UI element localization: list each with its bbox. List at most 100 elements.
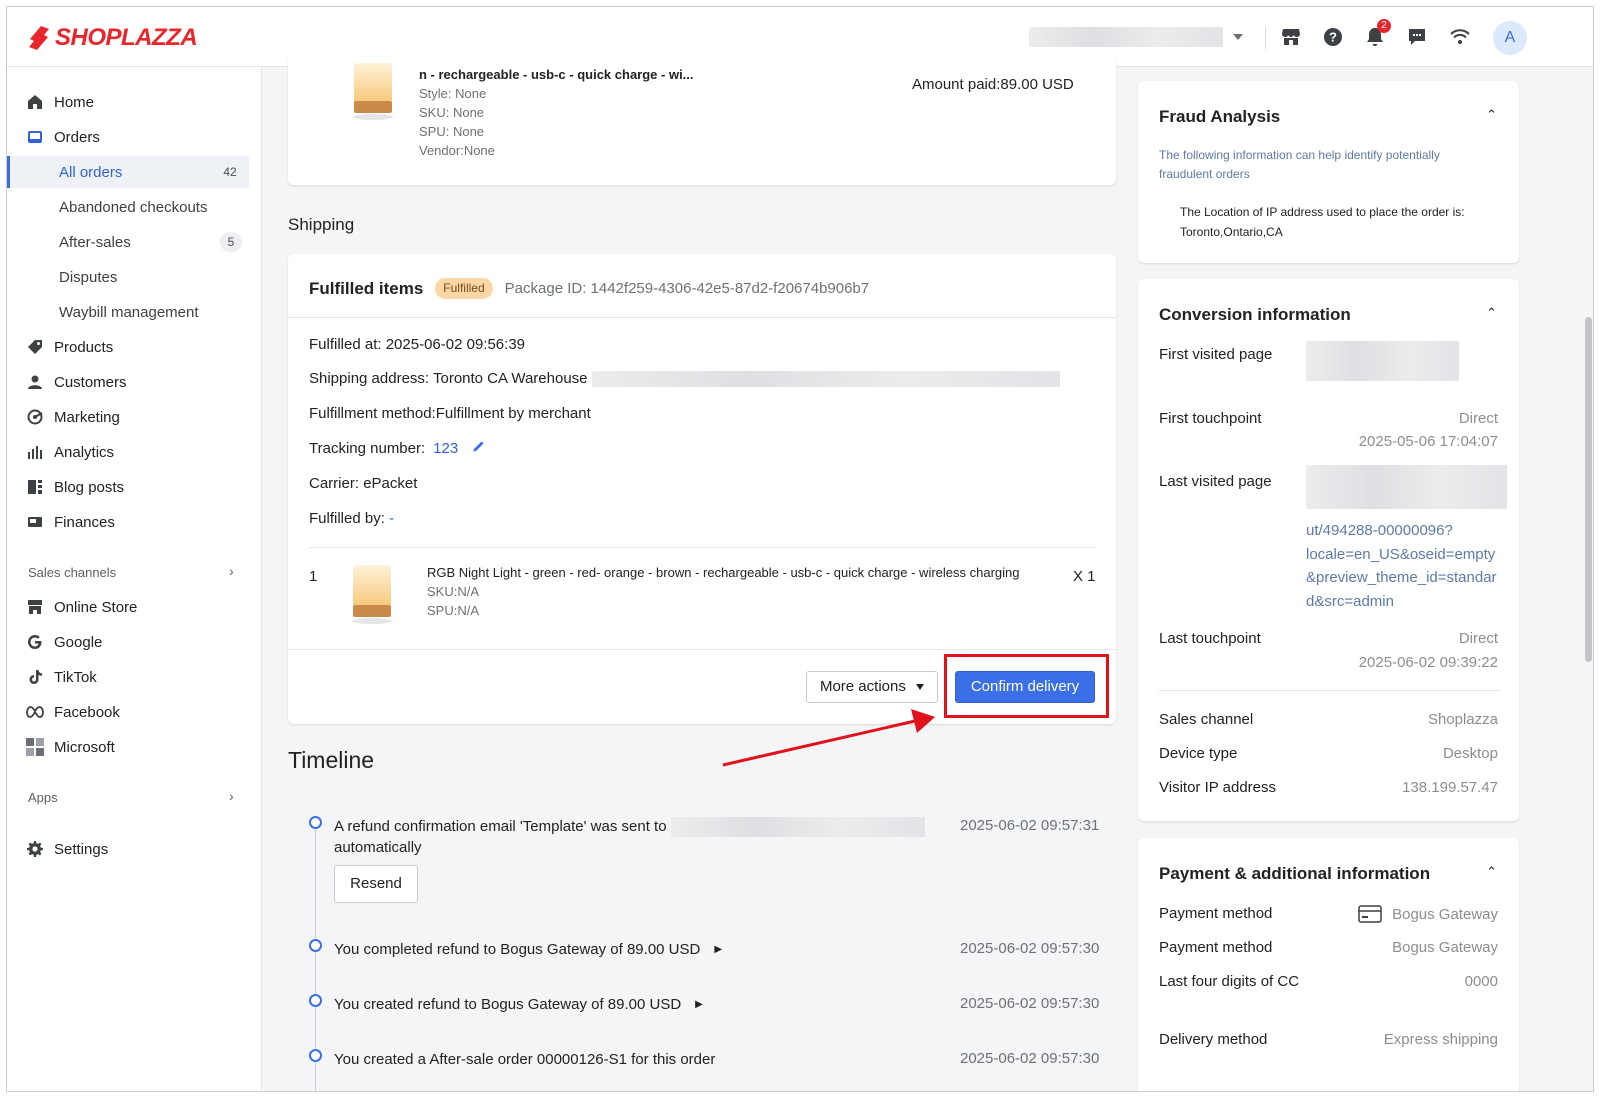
sidebar-item-tiktok[interactable]: TikTok: [7, 661, 262, 693]
more-actions-label: More actions: [819, 678, 906, 695]
sidebar-item-waybill-management[interactable]: Waybill management: [7, 296, 262, 328]
sidebar-item-microsoft[interactable]: Microsoft: [7, 731, 262, 763]
sidebar-item-label: TikTok: [54, 668, 97, 686]
store-name-redacted: [1029, 27, 1223, 47]
cc-last-four-value: 0000: [1464, 973, 1498, 990]
sidebar-item-facebook[interactable]: Facebook: [7, 696, 262, 728]
expand-arrow-icon[interactable]: ▶: [714, 939, 722, 960]
sidebar-item-marketing[interactable]: Marketing: [7, 401, 262, 433]
sidebar-item-orders[interactable]: Orders: [7, 121, 262, 153]
sidebar-item-abandoned-checkouts[interactable]: Abandoned checkouts: [7, 191, 262, 223]
device-type-value: Desktop: [1442, 745, 1498, 762]
chat-icon[interactable]: [1405, 25, 1429, 49]
fulfilled-by-label: Fulfilled by:: [309, 510, 385, 527]
timeline-event-text: You completed refund to Bogus Gateway of…: [334, 941, 701, 958]
last-touchpoint-value: Direct: [1458, 630, 1498, 647]
card-title: Conversion information: [1159, 305, 1351, 324]
timeline-event-text: A refund confirmation email 'Template' w…: [334, 818, 667, 835]
notification-badge: 2: [1377, 19, 1391, 33]
chevron-up-icon[interactable]: ⌃: [1486, 864, 1497, 880]
shipping-section-title: Shipping: [288, 215, 355, 234]
fulfilled-at-label: Fulfilled at:: [309, 336, 382, 353]
last-visited-label: Last visited page: [1159, 473, 1272, 490]
shipping-address-text: Shipping address: Toronto CA Warehouse: [309, 370, 588, 387]
fulfilled-at-value: 2025-06-02 09:56:39: [385, 336, 526, 353]
last-visited-url-redacted: [1306, 465, 1507, 509]
status-badge: Fulfilled: [435, 278, 493, 299]
package-id: Package ID: 1442f259-4306-42e5-87d2-f206…: [504, 280, 870, 297]
section-label-apps: Apps: [28, 790, 58, 805]
email-redacted: [670, 816, 925, 837]
sidebar-item-label: Disputes: [59, 268, 118, 286]
sidebar-item-finances[interactable]: Finances: [7, 506, 262, 538]
sidebar-item-settings[interactable]: Settings: [7, 833, 262, 865]
timeline-event: You completed refund to Bogus Gateway of…: [334, 939, 722, 960]
sidebar-item-online-store[interactable]: Online Store: [7, 591, 262, 623]
wifi-icon[interactable]: [1448, 25, 1472, 49]
delivery-method-value: Express shipping: [1383, 1031, 1498, 1048]
chevron-up-icon[interactable]: ⌃: [1486, 107, 1497, 123]
scrollbar-thumb[interactable]: [1585, 317, 1592, 662]
timeline-dot: [309, 994, 322, 1007]
fraud-ip-location: The Location of IP address used to place…: [1180, 202, 1510, 242]
pencil-icon[interactable]: [472, 439, 486, 453]
amount-paid: Amount paid:89.00 USD: [912, 76, 1074, 93]
card-divider: [288, 317, 1116, 318]
meta-icon: [26, 703, 44, 721]
last-visited-url[interactable]: ut/494288-00000096? locale=en_US&oseid=e…: [1306, 519, 1497, 613]
bell-icon[interactable]: 2: [1363, 19, 1391, 49]
resend-button[interactable]: Resend: [334, 865, 418, 903]
fulfilled-header: Fulfilled items Fulfilled Package ID: 14…: [309, 278, 869, 299]
sidebar-item-label: Customers: [54, 373, 127, 391]
last-touchpoint-label: Last touchpoint: [1159, 630, 1261, 647]
store-selector[interactable]: [1029, 25, 1249, 49]
sidebar-item-label: Marketing: [54, 408, 120, 426]
timeline-event-time: 2025-06-02 09:57:30: [960, 995, 1100, 1012]
sidebar-item-products[interactable]: Products: [7, 331, 262, 363]
sidebar-item-label: Orders: [54, 128, 100, 146]
product-meta: n - rechargeable - usb-c - quick charge …: [419, 65, 694, 160]
help-icon[interactable]: ?: [1321, 25, 1345, 49]
chevron-right-icon[interactable]: ›: [229, 788, 234, 804]
url-line: d&src=admin: [1306, 592, 1394, 610]
storefront-icon[interactable]: [1279, 25, 1303, 49]
carrier-value: ePacket: [363, 475, 418, 492]
sidebar-item-home[interactable]: Home: [7, 86, 262, 118]
product-thumbnail: [353, 63, 393, 120]
sidebar-item-all-orders[interactable]: All orders 42: [7, 156, 249, 188]
chevron-right-icon[interactable]: ›: [229, 563, 234, 579]
sidebar-item-label: Analytics: [54, 443, 115, 461]
chevron-up-icon[interactable]: ⌃: [1486, 305, 1497, 321]
storefront-icon: [26, 598, 44, 616]
sidebar-item-analytics[interactable]: Analytics: [7, 436, 262, 468]
sidebar-item-after-sales[interactable]: After-sales 5: [7, 226, 262, 258]
shoplazza-logo[interactable]: SHOPLAZZA: [27, 24, 198, 52]
sidebar-item-label: Waybill management: [59, 303, 199, 321]
google-icon: [26, 633, 44, 651]
url-line: &preview_theme_id=standar: [1306, 569, 1497, 586]
logo-text: SHOPLAZZA: [55, 24, 198, 51]
timeline-title: Timeline: [288, 747, 375, 773]
payment-method-text: Bogus Gateway: [1392, 905, 1498, 923]
visitor-ip-label: Visitor IP address: [1159, 779, 1277, 796]
sidebar-item-disputes[interactable]: Disputes: [7, 261, 262, 293]
tracking-number: Tracking number: 123: [309, 440, 486, 457]
product-spu: SPU: None: [419, 124, 485, 139]
timeline-dot: [309, 939, 322, 952]
more-actions-button[interactable]: More actions: [806, 671, 938, 703]
tracking-link[interactable]: 123: [433, 440, 458, 457]
timeline-event-text-2: automatically: [334, 839, 422, 856]
sidebar-item-customers[interactable]: Customers: [7, 366, 262, 398]
first-touchpoint-value: Direct: [1458, 410, 1498, 427]
sidebar-item-blog-posts[interactable]: Blog posts: [7, 471, 262, 503]
sidebar-item-google[interactable]: Google: [7, 626, 262, 658]
expand-arrow-icon[interactable]: ▶: [695, 994, 703, 1015]
bar-chart-icon: [26, 443, 44, 461]
user-avatar[interactable]: A: [1493, 21, 1527, 55]
scrollbar[interactable]: [1581, 67, 1593, 1091]
fulfilled-by: Fulfilled by: -: [309, 510, 394, 527]
first-touchpoint-label: First touchpoint: [1159, 410, 1262, 427]
sidebar-item-label: Finances: [54, 513, 115, 531]
product-title: n - rechargeable - usb-c - quick charge …: [419, 67, 694, 82]
line-item-title: RGB Night Light - green - red- orange - …: [427, 565, 1020, 580]
